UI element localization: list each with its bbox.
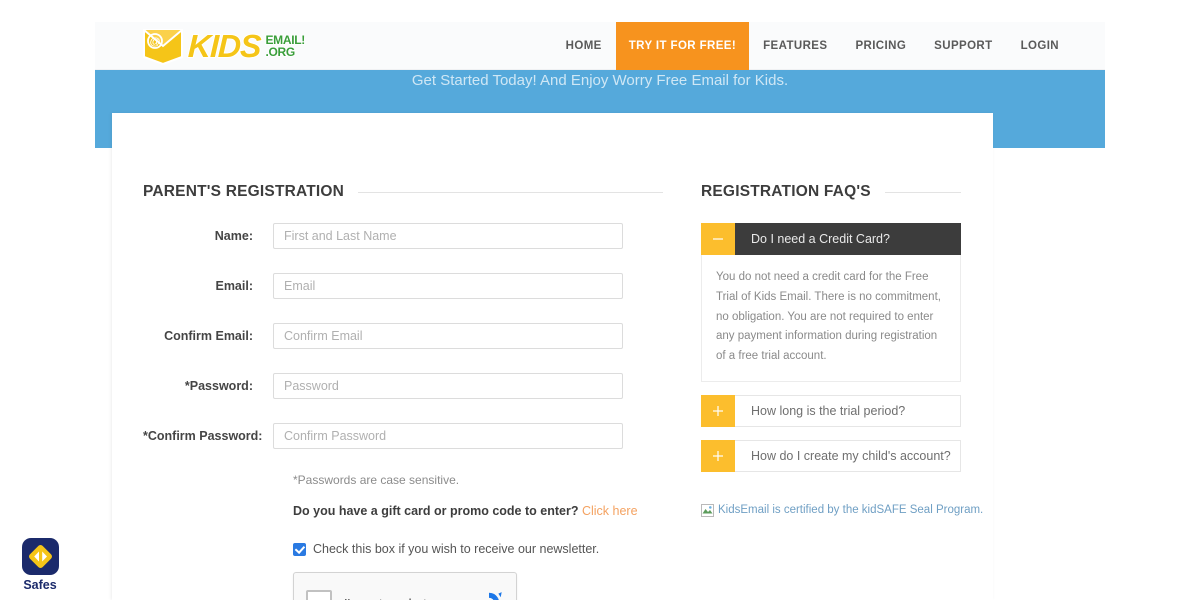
form-row-confirm-email: Confirm Email: <box>143 323 663 349</box>
kidsafe-seal-text: KidsEmail is certified by the kidSAFE Se… <box>718 504 984 517</box>
form-row-name: Name: <box>143 223 663 249</box>
faq-item-child-account: How do I create my child's account? <box>701 439 961 472</box>
faq-heading-divider <box>884 191 961 193</box>
kidsafe-seal[interactable]: KidsEmail is certified by the kidSAFE Se… <box>701 503 983 517</box>
nav-item-login[interactable]: LOGIN <box>1007 22 1073 70</box>
svg-text:@: @ <box>150 36 161 48</box>
confirm-email-label: Confirm Email: <box>164 329 253 343</box>
site-logo[interactable]: @ KIDS EMAIL! .ORG <box>142 25 306 67</box>
main-navigation: HOME TRY IT FOR FREE! FEATURES PRICING S… <box>552 22 1073 70</box>
confirm-password-input[interactable] <box>273 423 623 449</box>
recaptcha-widget[interactable]: I'm not a robot <box>293 572 517 600</box>
faq-item-credit-card: Do I need a Credit Card? You do not need… <box>701 223 961 382</box>
form-row-password: *Password: <box>143 373 663 399</box>
name-input[interactable] <box>273 223 623 249</box>
minus-icon[interactable] <box>701 223 735 255</box>
email-input[interactable] <box>273 273 623 299</box>
password-input[interactable] <box>273 373 623 399</box>
safes-watermark: Safes <box>11 538 69 592</box>
promo-code-link[interactable]: Click here <box>582 504 638 518</box>
faq-header-child-account[interactable]: How do I create my child's account? <box>701 439 961 472</box>
site-header: @ KIDS EMAIL! .ORG HOME TRY IT FOR FREE!… <box>95 22 1105 70</box>
faq-header-credit-card[interactable]: Do I need a Credit Card? <box>701 223 961 255</box>
parent-registration-form: Name: Email: Confirm Email: *Password: *… <box>143 223 663 600</box>
nav-item-support[interactable]: SUPPORT <box>920 22 1006 70</box>
faq-question-trial-period: How long is the trial period? <box>735 394 961 427</box>
safes-diamond-icon <box>28 545 52 568</box>
recaptcha-icon <box>489 592 502 600</box>
form-row-confirm-password: *Confirm Password: <box>143 423 663 449</box>
promo-code-text: Do you have a gift card or promo code to… <box>293 504 579 518</box>
nav-item-home[interactable]: HOME <box>552 22 616 70</box>
faq-section-heading: REGISTRATION FAQ'S <box>701 183 961 201</box>
registration-page: Registration Get Started Today! And Enjo… <box>0 0 1200 600</box>
broken-image-icon <box>701 503 714 517</box>
faq-question-child-account: How do I create my child's account? <box>735 439 961 472</box>
nav-item-features[interactable]: FEATURES <box>749 22 841 70</box>
recaptcha-label: I'm not a robot <box>344 596 474 600</box>
newsletter-checkbox[interactable] <box>293 542 306 556</box>
confirm-password-label: *Confirm Password: <box>143 429 263 443</box>
plus-icon[interactable] <box>701 394 735 427</box>
faq-accordion: Do I need a Credit Card? You do not need… <box>701 223 961 472</box>
password-label: *Password: <box>184 379 253 393</box>
safes-logo-icon <box>21 538 59 575</box>
newsletter-label: Check this box if you wish to receive ou… <box>313 542 600 556</box>
registration-form-column: PARENT'S REGISTRATION Name: Email: Confi… <box>143 183 663 600</box>
password-case-note: *Passwords are case sensitive. <box>293 473 460 487</box>
nav-item-pricing[interactable]: PRICING <box>841 22 920 70</box>
heading-divider <box>358 191 663 193</box>
form-heading-text: PARENT'S REGISTRATION <box>143 183 345 200</box>
email-label: Email: <box>215 279 253 293</box>
safes-watermark-label: Safes <box>23 578 57 592</box>
promo-code-line: Do you have a gift card or promo code to… <box>293 504 653 518</box>
envelope-icon: @ <box>143 29 183 65</box>
faq-heading-text: REGISTRATION FAQ'S <box>701 183 871 200</box>
form-section-heading: PARENT'S REGISTRATION <box>143 183 663 201</box>
logo-tld-line2: .ORG <box>265 44 296 59</box>
faq-answer-credit-card: You do not need a credit card for the Fr… <box>701 255 961 382</box>
nav-item-try-it-for-free[interactable]: TRY IT FOR FREE! <box>615 22 750 70</box>
faq-question-credit-card: Do I need a Credit Card? <box>735 223 961 255</box>
form-row-email: Email: <box>143 273 663 299</box>
newsletter-opt-in: Check this box if you wish to receive ou… <box>293 542 653 556</box>
plus-icon[interactable] <box>701 439 735 472</box>
faq-column: REGISTRATION FAQ'S Do I need a Credit Ca… <box>701 183 983 517</box>
logo-tld: EMAIL! .ORG <box>265 33 306 59</box>
confirm-email-input[interactable] <box>273 323 623 349</box>
form-extras: *Passwords are case sensitive. Do you ha… <box>293 473 653 600</box>
faq-header-trial-period[interactable]: How long is the trial period? <box>701 394 961 427</box>
name-label: Name: <box>214 229 253 243</box>
hero-subtitle: Get Started Today! And Enjoy Worry Free … <box>411 72 789 89</box>
logo-wordmark: KIDS <box>186 27 262 65</box>
recaptcha-checkbox[interactable] <box>306 590 332 600</box>
content-card: PARENT'S REGISTRATION Name: Email: Confi… <box>112 113 993 600</box>
faq-item-trial-period: How long is the trial period? <box>701 394 961 427</box>
